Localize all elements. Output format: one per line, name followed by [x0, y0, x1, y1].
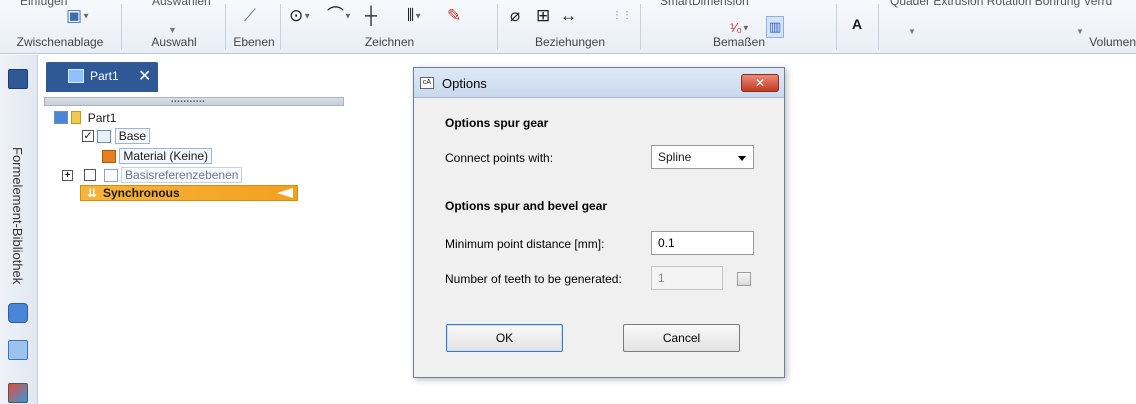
tree-item-label: Part1	[87, 110, 117, 125]
relation-grid-small-icon[interactable]: ⋮⋮	[612, 6, 632, 26]
ribbon-group-label: Zwischenablage	[16, 35, 104, 49]
ribbon-group-label: Bemaßen	[712, 35, 766, 49]
tree-item-synchronous[interactable]: ⇊ Synchronous	[80, 185, 298, 201]
ribbon-separator	[121, 4, 122, 50]
material-icon	[102, 149, 116, 163]
tree-item-label: Synchronous	[103, 186, 180, 200]
solids-commands[interactable]: Quader Extrusion Rotation Bohrung Verru	[890, 0, 1112, 8]
ribbon-group-label: Ebenen	[233, 35, 275, 49]
paste-button[interactable]: Einfügen	[20, 0, 67, 8]
ribbon-group-clipboard: Einfügen ▣▼ Zwischenablage	[0, 0, 120, 54]
tree-splitter[interactable]: ▪▪▪▪▪▪▪▪▪▪▪	[44, 97, 344, 106]
part-icon	[54, 111, 68, 125]
smart-dimension-button[interactable]: SmartDimension	[660, 0, 749, 8]
ribbon-group-label: Auswahl	[151, 35, 197, 49]
relation-grid-icon[interactable]: ⊞	[536, 6, 550, 26]
ribbon-separator	[497, 4, 498, 50]
ribbon-group-layers: ⟋ Ebenen	[228, 0, 280, 54]
teeth-count-label: Number of teeth to be generated:	[445, 272, 622, 286]
chevron-down-icon[interactable]	[738, 156, 746, 161]
dialog-titlebar[interactable]: cA Options ✕	[414, 68, 784, 98]
sync-icon: ⇊	[87, 186, 98, 200]
section-title-spur-bevel-gear: Options spur and bevel gear	[445, 199, 608, 213]
select-value: Spline	[658, 150, 692, 164]
ribbon-group-text: A	[838, 0, 878, 54]
ribbon-group-solids: Quader Extrusion Rotation Bohrung Verru …	[882, 0, 1136, 54]
ribbon-separator	[280, 4, 281, 50]
text-icon[interactable]: A	[852, 14, 862, 34]
ribbon-group-dimension: SmartDimension ¹⁄₀▼ ▥ Bemaßen	[644, 0, 834, 54]
checkbox[interactable]	[84, 169, 97, 181]
select-button[interactable]: Auswählen	[152, 0, 211, 8]
image-icon[interactable]	[8, 340, 28, 360]
options-dialog: cA Options ✕ Options spur gear Connect p…	[413, 67, 785, 378]
tree-item-label: Basisreferenzebenen	[121, 167, 243, 183]
grip-icon[interactable]: ▪▪▪▪▪▪▪▪▪▪▪	[171, 99, 205, 105]
tree-item-material[interactable]: Material (Keine)	[102, 148, 213, 164]
ribbon-group-selection: Auswählen ▼ Auswahl	[124, 0, 224, 54]
min-point-distance-label: Minimum point distance [mm]:	[445, 237, 605, 251]
relation-tangent-icon[interactable]: ⌀	[510, 6, 520, 26]
close-icon[interactable]: ✕	[138, 66, 151, 86]
connect-points-select[interactable]: Spline	[651, 145, 754, 169]
tree-item-base[interactable]: ✓ Base	[82, 128, 151, 144]
ribbon-group-relations: ⌀ ⊞ ↔ ⋮⋮ Beziehungen	[500, 0, 640, 54]
expand-icon[interactable]: +	[62, 169, 73, 181]
relation-horizontal-icon[interactable]: ↔	[560, 6, 577, 26]
teeth-count-input: 1	[651, 266, 723, 290]
trim-tool-icon[interactable]: ┼	[365, 6, 377, 26]
mirror-tool-icon[interactable]: ⫴▼	[407, 6, 422, 27]
layers-icon[interactable]: ⟋	[244, 6, 256, 26]
cancel-button[interactable]: Cancel	[623, 324, 740, 352]
left-sidebar: Formelement-Bibliothek	[0, 55, 38, 404]
checkbox[interactable]: ✓	[82, 130, 94, 142]
tree-item-label: Material (Keine)	[119, 148, 213, 164]
connect-points-label: Connect points with:	[445, 151, 554, 165]
ribbon: Einfügen ▣▼ Zwischenablage Auswählen ▼ A…	[0, 0, 1136, 54]
ribbon-group-label: Zeichnen	[364, 35, 415, 49]
min-point-distance-input[interactable]: 0.1	[651, 231, 754, 255]
plane-icon	[103, 168, 118, 182]
tab-label: Part1	[90, 69, 119, 83]
ribbon-group-draw: ⊙▼ ⌒▼ ┼ ⫴▼ ✎ Zeichnen	[283, 0, 496, 54]
pathfinder-icon[interactable]	[8, 69, 28, 89]
tab-part1[interactable]: Part1 ✕	[46, 62, 158, 92]
tree-item-label: Base	[114, 128, 151, 144]
sketch-icon	[97, 129, 112, 143]
circle-tool-icon[interactable]: ⊙▼	[289, 6, 311, 27]
ribbon-group-label: Volumenk	[1089, 35, 1136, 49]
pencil-icon[interactable]: ✎	[447, 6, 461, 26]
dialog-title: Options	[442, 76, 487, 91]
assembly-icon[interactable]	[8, 303, 28, 323]
tree-item-part1[interactable]: Part1	[54, 110, 119, 126]
close-button[interactable]: ✕	[741, 74, 779, 92]
arc-tool-icon[interactable]: ⌒▼	[327, 6, 352, 27]
section-title-spur-gear: Options spur gear	[445, 116, 549, 130]
tree-item-refplanes[interactable]: + Basisreferenzebenen	[62, 167, 243, 183]
paste-icon[interactable]: ▣▼	[66, 6, 90, 27]
ribbon-separator	[878, 4, 879, 50]
ribbon-separator	[640, 4, 641, 50]
part-icon	[68, 69, 84, 83]
arrow-left-icon	[277, 188, 293, 198]
ribbon-group-label: Beziehungen	[534, 35, 606, 49]
app-icon: cA	[420, 77, 434, 89]
feature-library-tab[interactable]: Formelement-Bibliothek	[10, 147, 25, 284]
color-manager-icon[interactable]	[8, 383, 28, 403]
ok-button[interactable]: OK	[446, 324, 563, 352]
chevron-down-icon[interactable]: ▼	[82, 12, 90, 21]
ribbon-separator	[836, 4, 837, 50]
teeth-count-checkbox[interactable]	[737, 272, 751, 286]
ribbon-separator	[225, 4, 226, 50]
lock-icon	[71, 111, 82, 125]
